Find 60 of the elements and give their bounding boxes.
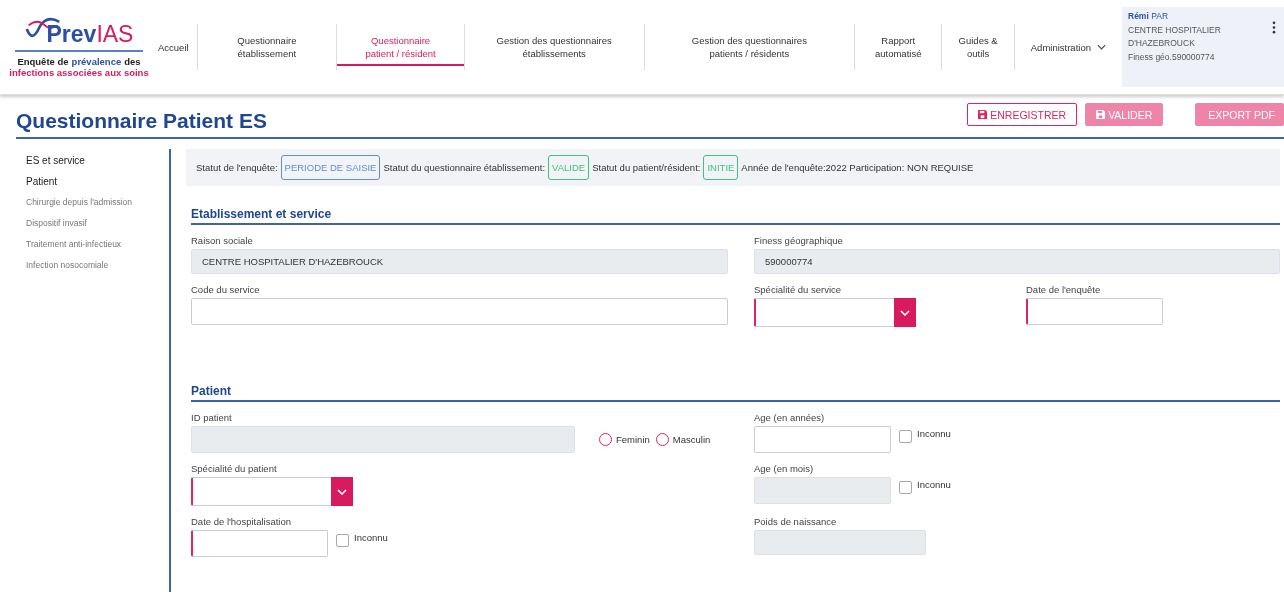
- field-label: ID patient: [191, 412, 233, 423]
- nav-item[interactable]: Administration: [1014, 40, 1122, 54]
- nav-item[interactable]: Guides & outils: [942, 34, 1015, 60]
- nav-item[interactable]: Gestion des questionnaires patients / résidents: [644, 34, 855, 60]
- user-first-name: Rémi: [1128, 11, 1149, 21]
- status-text: Statut du questionnaire établissement:: [383, 162, 546, 173]
- organisation-name: CENTRE HOSPITALIER D'HAZEBROUCK: [1128, 24, 1222, 50]
- status-badge: PERIODE DE SAISIE: [280, 155, 381, 180]
- field-label: Raison sociale: [191, 235, 254, 246]
- nav-item[interactable]: Accueil: [154, 40, 197, 54]
- radio-label: Feminin: [616, 434, 650, 445]
- chevron-down-icon: [900, 309, 910, 316]
- sidebar-item[interactable]: ES et service: [26, 153, 169, 168]
- checkbox-label: Inconnu: [917, 428, 951, 441]
- select-field[interactable]: [191, 477, 353, 506]
- tagline-text: des: [124, 56, 141, 67]
- radio-label: Masculin: [672, 434, 711, 445]
- section-title: Etablissement et service: [191, 207, 1280, 225]
- checkbox[interactable]: [899, 430, 912, 443]
- input-field[interactable]: [191, 298, 728, 325]
- checkbox[interactable]: [336, 534, 349, 547]
- nav-item[interactable]: Gestion des questionnaires établissements: [464, 34, 644, 60]
- sidebar-item[interactable]: Patient: [26, 174, 169, 189]
- action-button[interactable]: ENREGISTRER: [967, 103, 1078, 126]
- logo-text: IAS: [96, 21, 134, 48]
- section-title: Patient: [191, 384, 1280, 402]
- tagline-text: prévalence: [71, 56, 122, 67]
- input-field[interactable]: [191, 530, 328, 557]
- input-field[interactable]: [1026, 298, 1163, 325]
- nav-item[interactable]: Rapport automatisé: [854, 34, 942, 60]
- field-label: Poids de naissance: [754, 516, 838, 527]
- field-label: Spécialité du patient: [191, 463, 278, 474]
- field-label: Age (en années): [754, 412, 826, 423]
- status-text: Statut du patient/résident:: [592, 162, 701, 173]
- field-label: Age (en mois): [754, 463, 815, 474]
- save-icon: [1096, 110, 1106, 119]
- chevron-down-icon: [1097, 44, 1106, 50]
- logo-text: Prev: [46, 21, 97, 48]
- field-label: Code du service: [191, 284, 261, 295]
- tagline-text: Enquête de: [17, 56, 69, 67]
- page-title: Questionnaire Patient ES: [16, 109, 267, 133]
- checkbox-label: Inconnu: [917, 479, 951, 492]
- status-badge: VALIDE: [548, 155, 590, 180]
- status-badge: INITIE: [703, 155, 739, 180]
- field-label: Date de l'enquête: [1026, 284, 1102, 295]
- status-text: Statut de l'enquête:: [196, 162, 278, 173]
- nav-item[interactable]: Questionnaire établissement: [197, 34, 337, 60]
- finess-text: Finess géo.590000774: [1128, 51, 1216, 64]
- more-options-icon[interactable]: [1272, 21, 1276, 34]
- user-last-name: PAR: [1151, 11, 1169, 21]
- field-label: Finess géographique: [754, 235, 844, 246]
- field-label: Spécialité du service: [754, 284, 843, 295]
- status-text: Année de l'enquête:2022 Participation: NON REQUISE: [741, 162, 974, 173]
- chevron-down-icon: [337, 488, 347, 495]
- select-field[interactable]: [754, 298, 916, 327]
- input-field[interactable]: [754, 426, 891, 453]
- tagline-text: infections associées aux soins: [9, 67, 149, 78]
- save-icon: [978, 110, 988, 119]
- checkbox-label: Inconnu: [354, 532, 388, 545]
- field-label: Date de l'hospitalisation: [191, 516, 293, 527]
